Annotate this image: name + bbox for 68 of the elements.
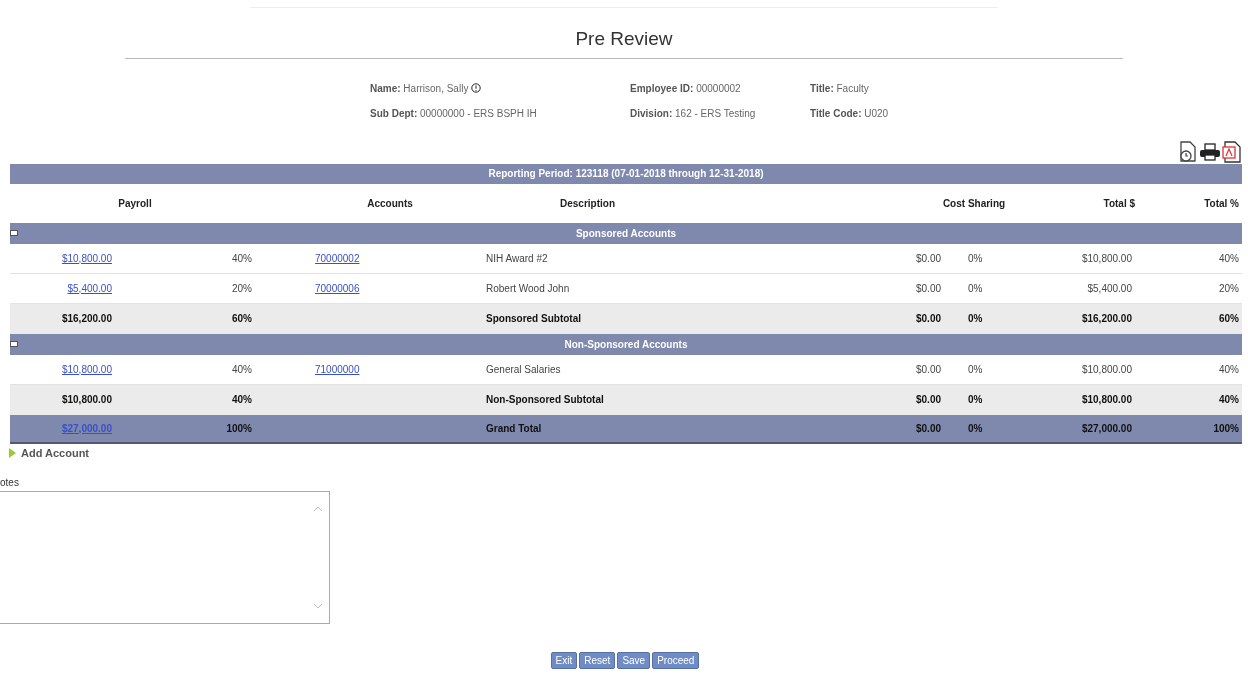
column-header: Total %	[1204, 196, 1239, 211]
table-cell-text: 40%	[232, 393, 252, 407]
table-cell-text: $27,000.00	[1081, 421, 1132, 436]
table-cell-text: 40%	[232, 251, 252, 266]
column-header: Description	[560, 196, 615, 211]
section-title: Non-Sponsored Accounts	[564, 337, 688, 352]
table-cell-text: $10,800.00	[1081, 393, 1132, 407]
table-cell-text: 40%	[232, 362, 252, 377]
table-cell-text: Grand Total	[486, 421, 542, 436]
table-cell-text: 0%	[968, 393, 983, 407]
table-cell-text: $16,200.00	[61, 312, 112, 326]
table-cell-text: 100%	[226, 421, 252, 436]
column-header: Payroll	[118, 196, 152, 211]
column-header: Total $	[1103, 196, 1135, 211]
column-header: Cost Sharing	[942, 196, 1006, 211]
account-link[interactable]: 70000006	[315, 280, 360, 296]
payroll-link[interactable]: $10,800.00	[61, 361, 112, 377]
account-link[interactable]: 70000002	[315, 250, 360, 266]
table-cell-text: Non-Sponsored Subtotal	[486, 393, 604, 407]
table-cell-text: 40%	[1219, 362, 1239, 377]
table-cell-text: Robert Wood John	[486, 281, 570, 296]
pdf-icon[interactable]	[1222, 140, 1242, 163]
employee-field: Title Code: U020	[810, 105, 889, 121]
table-cell-text: $0.00	[916, 281, 942, 296]
employee-field: Sub Dept: 00000000 - ERS BSPH IH	[370, 105, 537, 121]
table-cell-text: 0%	[968, 281, 983, 296]
table-cell-text: General Salaries	[486, 362, 561, 377]
table-cell-text: 20%	[1219, 281, 1239, 296]
table-cell-text: $0.00	[916, 362, 942, 377]
page-title: Pre Review	[575, 27, 673, 51]
notes-label: otes	[0, 476, 19, 490]
table-cell-text: 20%	[232, 281, 252, 296]
table-cell-text: 60%	[232, 312, 252, 326]
printer-icon[interactable]	[1199, 140, 1221, 163]
table-cell-text: 0%	[968, 421, 983, 436]
payroll-link[interactable]: $5,400.00	[67, 280, 112, 296]
add-account-link[interactable]: Add Account	[21, 444, 90, 461]
collapse-toggle[interactable]	[10, 229, 18, 236]
employee-field: Employee ID: 00000002	[630, 80, 741, 96]
employee-field: Name: Harrison, Sally	[370, 80, 469, 96]
table-cell-text: 0%	[968, 312, 983, 326]
table-cell-text: $0.00	[916, 251, 942, 266]
reporting-period-title: Reporting Period: 123118 (07-01-2018 through 12-31-2018)	[488, 167, 764, 181]
clock-document-icon[interactable]	[1178, 140, 1198, 163]
table-cell-text: 0%	[968, 251, 983, 266]
account-link[interactable]: 71000000	[315, 361, 360, 377]
table-cell-text: 40%	[1219, 393, 1239, 407]
table-cell-text: 40%	[1219, 251, 1239, 266]
table-cell-text: 0%	[968, 362, 983, 377]
table-cell-text: NIH Award #2	[486, 251, 548, 266]
payroll-link[interactable]: $10,800.00	[61, 250, 112, 266]
table-cell-text: $10,800.00	[1081, 362, 1132, 377]
employee-field: Title: Faculty	[810, 80, 869, 96]
table-cell-text: $16,200.00	[1081, 312, 1132, 326]
table-cell-text: $0.00	[916, 393, 942, 407]
column-header: Accounts	[367, 196, 413, 211]
table-cell-text: Sponsored Subtotal	[486, 312, 581, 326]
collapse-toggle[interactable]	[10, 340, 18, 347]
table-cell-text: $5,400.00	[1087, 281, 1132, 296]
employee-field: Division: 162 - ERS Testing	[630, 105, 756, 121]
info-icon[interactable]	[471, 83, 482, 93]
table-cell-text: 60%	[1219, 312, 1239, 326]
table-cell-text: $10,800.00	[1081, 251, 1132, 266]
section-title: Sponsored Accounts	[575, 226, 677, 241]
table-cell-text: $10,800.00	[61, 393, 112, 407]
table-cell-text: $0.00	[916, 421, 942, 436]
table-cell-text: $0.00	[916, 312, 942, 326]
table-cell-text: 100%	[1213, 421, 1239, 436]
